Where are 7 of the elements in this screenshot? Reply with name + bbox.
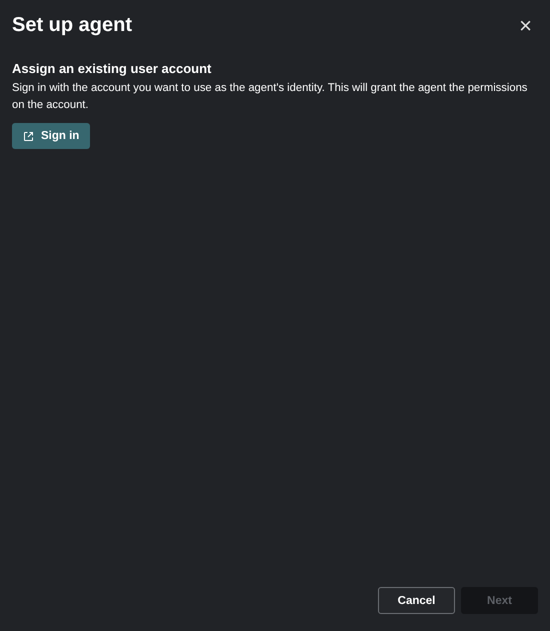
external-link-icon (23, 130, 34, 142)
section-heading: Assign an existing user account (12, 61, 212, 76)
close-button[interactable]: × (513, 14, 538, 36)
footer-button[interactable]: Cancel (378, 587, 455, 614)
dialog-title: Set up agent (12, 14, 132, 37)
section-description: Sign in with the account you want to use as the agent's identity. This will grant the agent the permissions on the account. (12, 81, 528, 113)
sign-in-button[interactable]: Sign in (12, 123, 90, 149)
